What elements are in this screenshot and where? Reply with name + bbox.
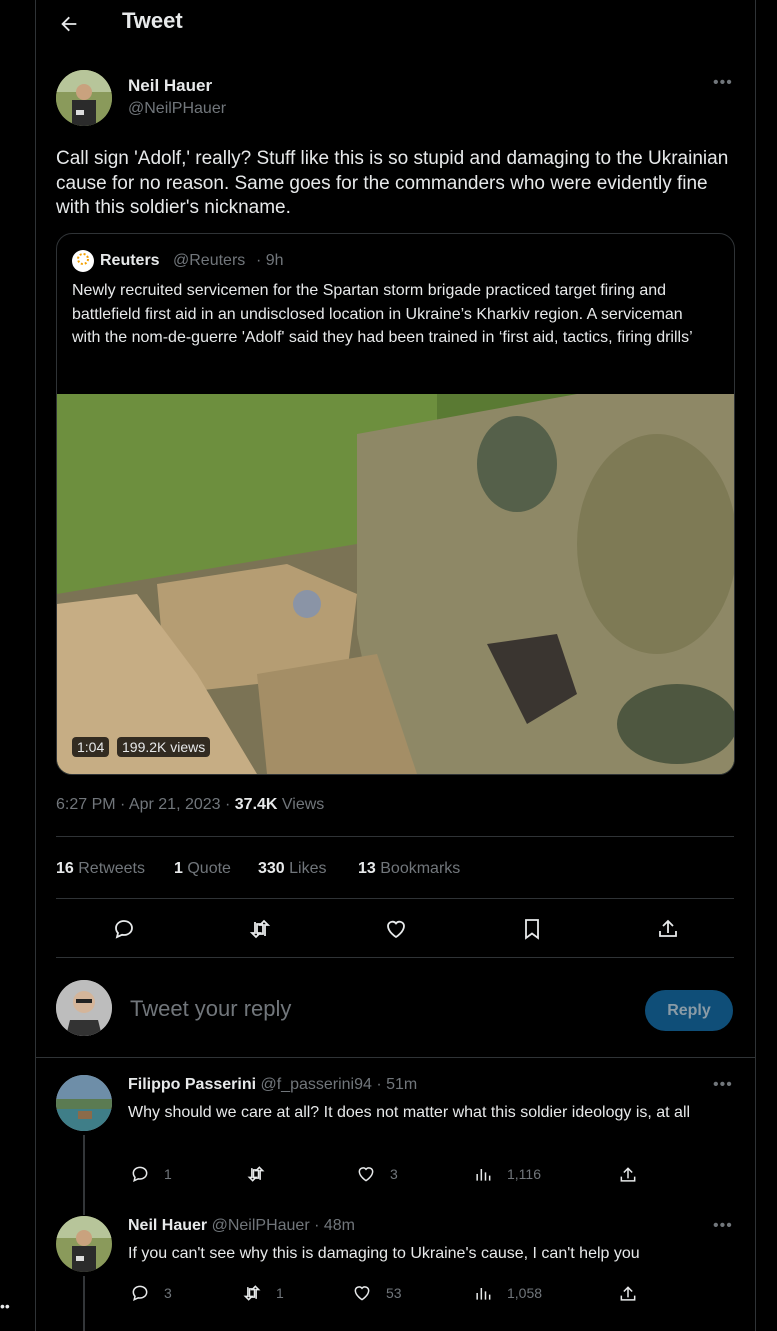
retweet-icon: [243, 1285, 261, 1301]
reply-author-name[interactable]: Neil Hauer: [128, 1217, 207, 1234]
retweet-icon: [247, 1166, 265, 1182]
more-options-icon[interactable]: •••: [713, 1076, 733, 1094]
quotes-count: 1: [174, 860, 183, 877]
quote-author-handle: @Reuters: [173, 252, 246, 269]
thread-line: [83, 1276, 85, 1331]
quote-time: · 9h: [256, 252, 284, 269]
like-count: 3: [390, 1166, 398, 1182]
avatar[interactable]: [56, 70, 112, 126]
avatar[interactable]: [56, 1216, 112, 1272]
reply-header: Neil Hauer @NeilPHauer · 48m: [128, 1217, 355, 1235]
share-icon[interactable]: [618, 1165, 638, 1185]
reply-count: 3: [164, 1285, 172, 1301]
like-icon[interactable]: [384, 917, 408, 941]
back-arrow-icon[interactable]: [58, 13, 80, 35]
reply-header: Filippo Passerini @f_passerini94 · 51m: [128, 1076, 417, 1094]
author-handle[interactable]: @NeilPHauer: [128, 100, 226, 118]
quotes-stat[interactable]: 1 Quote: [174, 860, 231, 878]
views-label: Views: [277, 796, 325, 813]
likes-stat[interactable]: 330 Likes: [258, 860, 327, 878]
thread-line: [83, 1135, 85, 1215]
more-options-icon[interactable]: •••: [713, 74, 733, 92]
share-icon[interactable]: [618, 1284, 638, 1304]
reply-author-name[interactable]: Filippo Passerini: [128, 1076, 256, 1093]
retweet-count: 1: [276, 1285, 284, 1301]
video-views: 199.2K views: [117, 737, 211, 757]
reply-input[interactable]: Tweet your reply: [130, 996, 610, 1022]
reply-icon: [132, 1166, 148, 1182]
more-dots-icon[interactable]: ••: [0, 1298, 10, 1314]
bookmark-icon[interactable]: [520, 917, 544, 941]
reply-text: Why should we care at all? It does not m…: [128, 1104, 691, 1121]
divider: [56, 836, 734, 837]
tweet-meta: 6:27 PM · Apr 21, 2023 · 37.4K Views: [56, 796, 324, 814]
analytics-icon: [476, 1169, 491, 1181]
page-title: Tweet: [122, 8, 183, 33]
bookmarks-count: 13: [358, 860, 376, 877]
video-thumbnail[interactable]: 1:04 199.2K views: [57, 394, 734, 774]
reply-icon: [132, 1285, 148, 1301]
timeline-column: Tweet Neil Hauer @NeilPHauer ••• Call si…: [35, 0, 756, 1331]
retweets-count: 16: [56, 860, 74, 877]
quote-author-name: Reuters: [100, 252, 160, 269]
like-icon: [354, 1286, 370, 1301]
reply-text: If you can't see why this is damaging to…: [128, 1245, 640, 1262]
analytics-icon: [476, 1288, 491, 1300]
like-action[interactable]: 53: [352, 1283, 402, 1303]
retweets-label: Retweets: [73, 860, 145, 877]
current-user-avatar[interactable]: [56, 980, 112, 1036]
share-icon[interactable]: [656, 917, 680, 941]
retweets-stat[interactable]: 16 Retweets: [56, 860, 145, 878]
divider: [56, 898, 734, 899]
divider: [36, 1057, 755, 1058]
author-name[interactable]: Neil Hauer: [128, 76, 212, 96]
likes-label: Likes: [284, 860, 327, 877]
reply-time[interactable]: · 48m: [314, 1217, 355, 1234]
retweet-action[interactable]: [246, 1164, 280, 1184]
like-action[interactable]: 3: [356, 1164, 398, 1184]
views-count: 37.4K: [234, 796, 278, 813]
bookmarks-label: Bookmarks: [375, 860, 461, 877]
reply-action[interactable]: 3: [130, 1283, 172, 1303]
avatar[interactable]: [56, 1075, 112, 1131]
retweet-icon[interactable]: [248, 917, 272, 941]
quotes-label: Quote: [182, 860, 231, 877]
tweet-timestamp[interactable]: 6:27 PM · Apr 21, 2023 ·: [56, 796, 235, 813]
views-action[interactable]: 1,058: [473, 1283, 542, 1303]
bookmarks-stat[interactable]: 13 Bookmarks: [358, 860, 460, 878]
reply-icon[interactable]: [112, 917, 136, 941]
views-action[interactable]: 1,116: [473, 1164, 541, 1184]
views-count: 1,058: [507, 1285, 543, 1301]
tweet-text: Call sign 'Adolf,' really? Stuff like th…: [56, 148, 729, 218]
quote-text: Newly recruited servicemen for the Spart…: [72, 282, 693, 346]
more-options-icon[interactable]: •••: [713, 1217, 733, 1235]
reply-action[interactable]: 1: [130, 1164, 172, 1184]
views-count: 1,116: [507, 1166, 541, 1182]
divider: [56, 957, 734, 958]
retweet-action[interactable]: 1: [242, 1283, 284, 1303]
reply-time[interactable]: · 51m: [376, 1076, 417, 1093]
like-icon: [358, 1167, 374, 1182]
reply-author-handle[interactable]: @NeilPHauer: [212, 1217, 310, 1234]
reuters-logo: [72, 250, 94, 272]
reply-count: 1: [164, 1166, 172, 1182]
reply-button[interactable]: Reply: [645, 990, 733, 1031]
reply-author-handle[interactable]: @f_passerini94: [260, 1076, 371, 1093]
like-count: 53: [386, 1285, 402, 1301]
video-duration: 1:04: [72, 737, 110, 757]
likes-count: 330: [258, 860, 285, 877]
quoted-tweet[interactable]: Reuters @Reuters · 9h Newly recruited se…: [56, 233, 735, 775]
